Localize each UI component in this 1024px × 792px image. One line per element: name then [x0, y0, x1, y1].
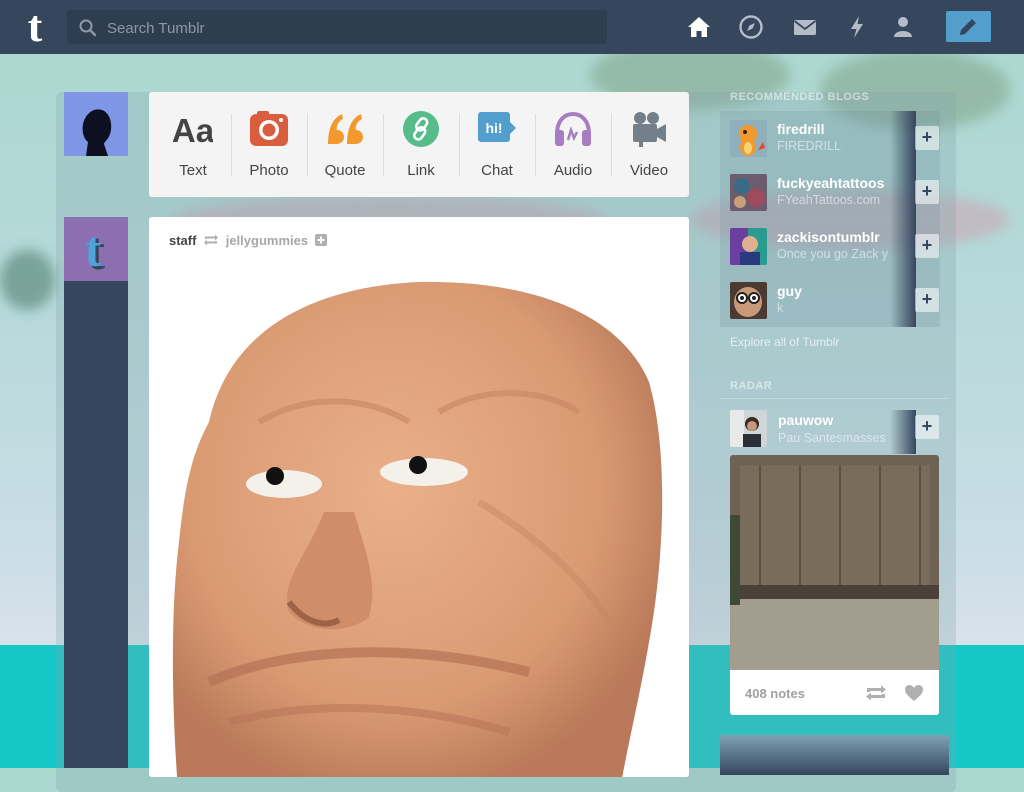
svg-text:Aa: Aa: [173, 112, 213, 148]
reblog-icon: [204, 234, 219, 246]
follow-plus-icon[interactable]: [314, 234, 327, 246]
fade-overlay: [890, 273, 916, 327]
blog-name: fuckyeahtattoos: [777, 175, 885, 191]
tattoo-avatar-icon: [730, 174, 767, 211]
blog-avatar: [730, 228, 767, 265]
blog-avatar: [730, 174, 767, 211]
svg-text:t: t: [85, 221, 102, 277]
camera-icon: [249, 110, 289, 148]
reblogged-from-link[interactable]: jellygummies: [226, 233, 308, 248]
user-silhouette-icon: [64, 92, 128, 156]
search-icon: [79, 19, 97, 37]
post-type-label: Text: [179, 162, 207, 179]
charmander-avatar-icon: [730, 120, 767, 157]
blog-avatar: [730, 282, 767, 319]
explore-compass-icon[interactable]: [738, 14, 764, 40]
blog-name: pauwow: [778, 412, 834, 428]
reblog-icon[interactable]: [865, 685, 887, 701]
explore-tumblr-link[interactable]: Explore all of Tumblr: [730, 335, 839, 349]
fade-overlay: [890, 410, 916, 454]
quote-icon: [325, 110, 365, 148]
recommended-blog-item[interactable]: fuckyeahtattoos FYeahTattoos.com +: [720, 165, 940, 220]
post-avatar-column: [64, 217, 128, 768]
post-author-link[interactable]: staff: [169, 233, 196, 248]
search-input[interactable]: [105, 10, 599, 46]
text-aa-icon: Aa: [172, 110, 215, 149]
link-icon: [401, 110, 441, 148]
search-box[interactable]: [67, 10, 607, 46]
messages-icon[interactable]: [792, 14, 818, 40]
fade-overlay: [890, 111, 916, 165]
headphones-icon: [553, 110, 593, 148]
radar-photo[interactable]: [730, 455, 939, 670]
recommended-blog-item[interactable]: firedrill FIREDRILL +: [720, 111, 940, 166]
home-icon[interactable]: [686, 14, 712, 40]
chat-icon: hi!: [477, 110, 517, 148]
post-type-label: Photo: [249, 162, 289, 179]
cloud-decoration: [0, 250, 55, 310]
blog-avatar: [730, 120, 767, 157]
user-avatar[interactable]: [64, 92, 128, 156]
radar-blog-item[interactable]: pauwow Pau Santesmasses +: [720, 402, 940, 454]
follow-button[interactable]: +: [915, 234, 939, 258]
recommended-blogs-heading: RECOMMENDED BLOGS: [730, 91, 870, 103]
post-type-chat[interactable]: hi! Chat: [459, 92, 535, 197]
recommended-blog-item[interactable]: zackisontumblr Once you go Zack y +: [720, 219, 940, 274]
like-heart-icon[interactable]: [904, 684, 924, 702]
activity-lightning-icon[interactable]: [844, 14, 870, 40]
compose-button[interactable]: [946, 11, 991, 42]
divider: [720, 398, 949, 399]
tumblr-logo[interactable]: t: [18, 5, 52, 49]
follow-button[interactable]: +: [915, 180, 939, 204]
radar-post-card: 408 notes: [730, 455, 939, 715]
zack-avatar-icon: [730, 228, 767, 265]
blog-name: zackisontumblr: [777, 229, 880, 245]
pencil-icon: [960, 19, 976, 35]
post-type-audio[interactable]: Audio: [535, 92, 611, 197]
post-header: staff jellygummies: [169, 233, 327, 248]
recommended-blog-item[interactable]: guy k +: [720, 273, 940, 328]
post-type-label: Link: [407, 162, 435, 179]
staff-avatar[interactable]: t t: [64, 217, 128, 281]
svg-text:hi!: hi!: [485, 120, 502, 136]
follow-button[interactable]: +: [915, 288, 939, 312]
pauwow-avatar-icon: [730, 410, 767, 447]
post-type-selector: Aa Text Photo Quote Link hi! Chat Audio …: [149, 92, 689, 197]
post-type-label: Audio: [553, 162, 593, 179]
video-camera-icon: [629, 110, 669, 148]
post-type-photo[interactable]: Photo: [231, 92, 307, 197]
fade-overlay: [890, 165, 916, 219]
radar-heading: RADAR: [730, 380, 773, 392]
post-type-link[interactable]: Link: [383, 92, 459, 197]
dashboard-post: staff jellygummies: [149, 217, 689, 777]
blog-name: firedrill: [777, 121, 825, 137]
fade-overlay: [890, 219, 916, 273]
account-icon[interactable]: [890, 14, 916, 40]
top-navigation-bar: t: [0, 0, 1024, 54]
sidebar-bottom-block: [720, 735, 949, 775]
blog-avatar: [730, 410, 767, 447]
post-type-label: Quote: [324, 162, 366, 179]
notes-count[interactable]: 408 notes: [745, 686, 805, 701]
follow-button[interactable]: +: [915, 126, 939, 150]
guy-avatar-icon: [730, 282, 767, 319]
blog-name: guy: [777, 283, 802, 299]
post-type-video[interactable]: Video: [611, 92, 687, 197]
follow-button[interactable]: +: [915, 415, 939, 439]
post-type-quote[interactable]: Quote: [307, 92, 383, 197]
tumblr-t-avatar-icon: t t: [64, 217, 128, 281]
post-type-text[interactable]: Aa Text: [155, 92, 231, 197]
post-type-label: Video: [629, 162, 669, 179]
post-photo[interactable]: [149, 262, 689, 777]
post-type-label: Chat: [481, 162, 513, 179]
